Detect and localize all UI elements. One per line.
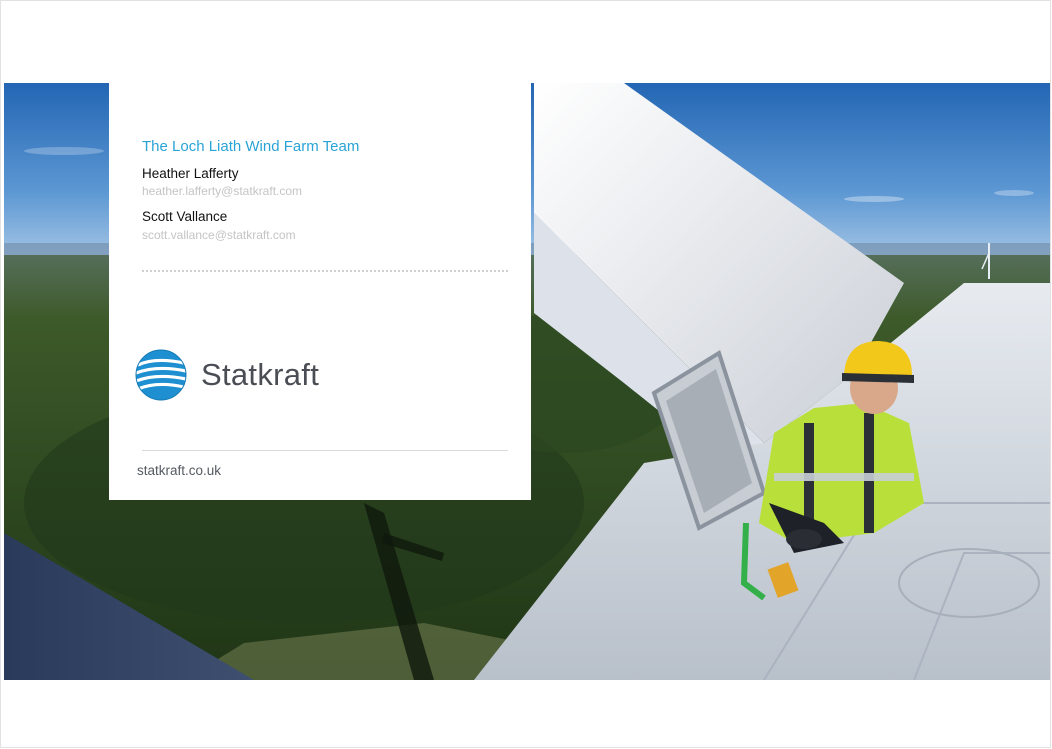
statkraft-logo-icon (135, 349, 187, 401)
card-title: The Loch Liath Wind Farm Team (142, 138, 360, 155)
statkraft-logo: Statkraft (135, 349, 319, 401)
contact-name: Heather Lafferty (142, 166, 239, 181)
logo-wordmark: Statkraft (201, 357, 320, 392)
slide: The Loch Liath Wind Farm Team Heather La… (4, 83, 1050, 680)
divider (142, 270, 508, 272)
contact-name: Scott Vallance (142, 209, 228, 224)
website-link[interactable]: statkraft.co.uk (137, 463, 221, 478)
contact-card: The Loch Liath Wind Farm Team Heather La… (109, 83, 531, 500)
contact-email[interactable]: heather.lafferty@statkraft.com (142, 184, 302, 198)
contact-email[interactable]: scott.vallance@statkraft.com (142, 228, 296, 242)
divider (142, 450, 508, 451)
